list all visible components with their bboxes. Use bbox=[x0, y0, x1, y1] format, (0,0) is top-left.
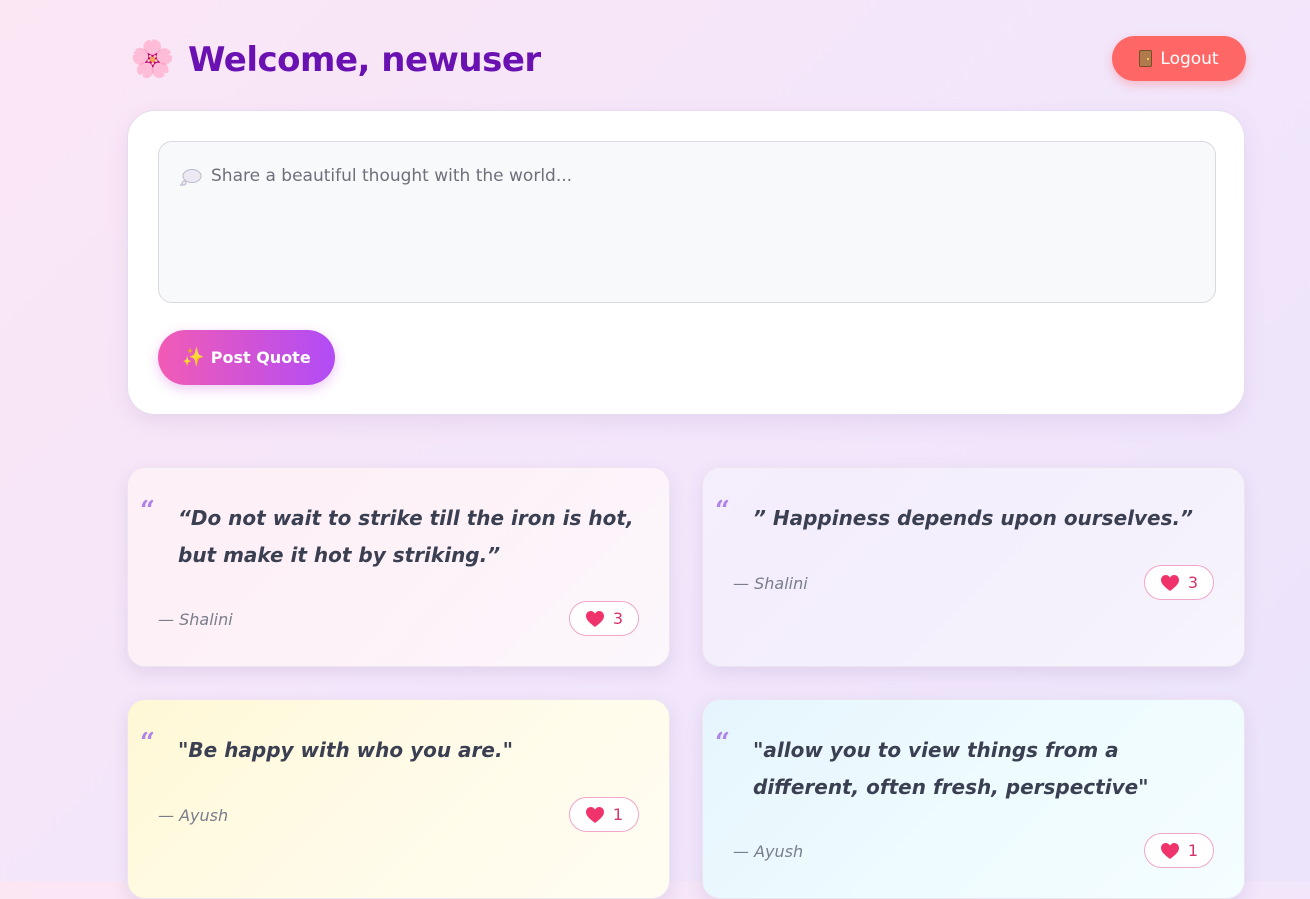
heart-icon bbox=[585, 610, 604, 627]
page-header: 🌸 Welcome, newuser Logout bbox=[130, 36, 1246, 84]
quote-mark-icon: “ bbox=[715, 728, 730, 758]
title-group: 🌸 Welcome, newuser bbox=[130, 36, 541, 84]
like-count: 3 bbox=[612, 609, 624, 628]
like-button[interactable]: 1 bbox=[1144, 833, 1214, 868]
quote-text: "allow you to view things from a differe… bbox=[753, 738, 1149, 799]
quote-text: “Do not wait to strike till the iron is … bbox=[178, 506, 634, 567]
cherry-blossom-icon: 🌸 bbox=[130, 39, 175, 80]
door-icon bbox=[1139, 50, 1153, 67]
like-count: 3 bbox=[1187, 573, 1199, 592]
logout-label: Logout bbox=[1160, 48, 1219, 69]
quote-mark-icon: “ bbox=[140, 496, 155, 526]
quote-input[interactable] bbox=[158, 141, 1216, 303]
like-button[interactable]: 3 bbox=[569, 601, 639, 636]
post-quote-button[interactable]: ✨ Post Quote bbox=[158, 330, 335, 385]
thought-bubble-icon bbox=[180, 169, 202, 186]
quote-composer: ✨ Post Quote bbox=[127, 110, 1245, 415]
page-title: Welcome, newuser bbox=[188, 40, 541, 80]
heart-icon bbox=[1160, 574, 1179, 591]
quote-author: — Shalini bbox=[733, 574, 808, 593]
quote-mark-icon: “ bbox=[715, 496, 730, 526]
like-count: 1 bbox=[612, 805, 624, 824]
quote-text: ” Happiness depends upon ourselves.” bbox=[753, 506, 1193, 530]
quote-author: — Ayush bbox=[158, 806, 229, 825]
heart-icon bbox=[1160, 842, 1179, 859]
like-count: 1 bbox=[1187, 841, 1199, 860]
like-button[interactable]: 1 bbox=[569, 797, 639, 832]
post-quote-label: Post Quote bbox=[210, 348, 311, 367]
quote-card: “ "allow you to view things from a diffe… bbox=[702, 699, 1245, 899]
quote-card: “ “Do not wait to strike till the iron i… bbox=[127, 467, 670, 667]
quote-author: — Shalini bbox=[158, 610, 233, 629]
like-button[interactable]: 3 bbox=[1144, 565, 1214, 600]
logout-button[interactable]: Logout bbox=[1112, 36, 1246, 81]
heart-icon bbox=[585, 806, 604, 823]
quote-card: “ "Be happy with who you are." — Ayush 1 bbox=[127, 699, 670, 899]
quote-mark-icon: “ bbox=[140, 728, 155, 758]
quote-author: — Ayush bbox=[733, 842, 804, 861]
quote-text: "Be happy with who you are." bbox=[178, 738, 513, 762]
sparkles-icon: ✨ bbox=[182, 347, 205, 368]
quote-card: “ ” Happiness depends upon ourselves.” —… bbox=[702, 467, 1245, 667]
